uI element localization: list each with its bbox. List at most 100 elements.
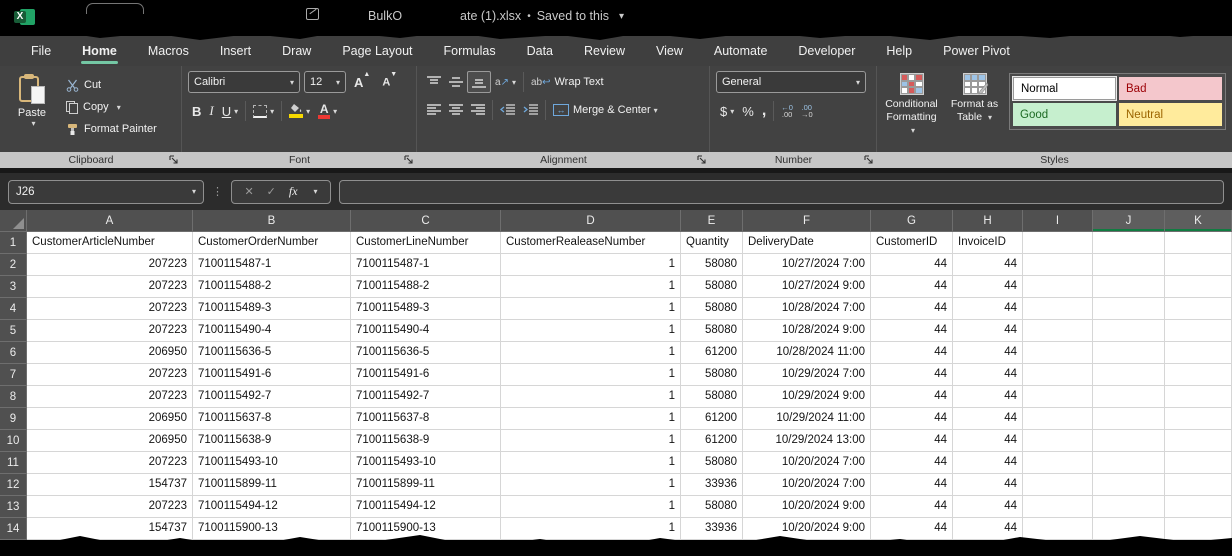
- ribbon-tab-insert[interactable]: Insert: [209, 40, 262, 62]
- row-header-5[interactable]: 5: [0, 320, 27, 342]
- column-header-C[interactable]: C: [351, 210, 501, 232]
- ribbon-tab-view[interactable]: View: [645, 40, 694, 62]
- cell-F5[interactable]: 10/28/2024 9:00: [743, 320, 871, 342]
- cell-J3[interactable]: [1093, 276, 1165, 298]
- cell-C11[interactable]: 7100115493-10: [351, 452, 501, 474]
- cell-A2[interactable]: 207223: [27, 254, 193, 276]
- ribbon-tab-macros[interactable]: Macros: [137, 40, 200, 62]
- row-header-11[interactable]: 11: [0, 452, 27, 474]
- cell-K10[interactable]: [1165, 430, 1232, 452]
- row-header-13[interactable]: 13: [0, 496, 27, 518]
- cell-H14[interactable]: 44: [953, 518, 1023, 540]
- cut-button[interactable]: Cut: [66, 75, 157, 95]
- cell-K1[interactable]: [1165, 232, 1232, 254]
- cell-H11[interactable]: 44: [953, 452, 1023, 474]
- cell-E7[interactable]: 58080: [681, 364, 743, 386]
- cell-G1[interactable]: CustomerID: [871, 232, 953, 254]
- cell-B3[interactable]: 7100115488-2: [193, 276, 351, 298]
- ribbon-tab-page-layout[interactable]: Page Layout: [331, 40, 423, 62]
- cell-K9[interactable]: [1165, 408, 1232, 430]
- style-good[interactable]: Good: [1013, 103, 1116, 126]
- cell-E13[interactable]: 58080: [681, 496, 743, 518]
- italic-button[interactable]: I: [205, 100, 217, 122]
- cell-J4[interactable]: [1093, 298, 1165, 320]
- enter-button[interactable]: ✓: [267, 185, 276, 198]
- cell-C13[interactable]: 7100115494-12: [351, 496, 501, 518]
- cell-H13[interactable]: 44: [953, 496, 1023, 518]
- cell-B11[interactable]: 7100115493-10: [193, 452, 351, 474]
- row-header-8[interactable]: 8: [0, 386, 27, 408]
- align-top-button[interactable]: [423, 71, 445, 93]
- cell-D11[interactable]: 1: [501, 452, 681, 474]
- cell-J2[interactable]: [1093, 254, 1165, 276]
- cell-D10[interactable]: 1: [501, 430, 681, 452]
- cell-B14[interactable]: 7100115900-13: [193, 518, 351, 540]
- cell-D14[interactable]: 1: [501, 518, 681, 540]
- cell-B12[interactable]: 7100115899-11: [193, 474, 351, 496]
- cell-K14[interactable]: [1165, 518, 1232, 540]
- conditional-formatting-button[interactable]: Conditional Formatting ▾: [883, 71, 940, 137]
- cell-J9[interactable]: [1093, 408, 1165, 430]
- row-header-4[interactable]: 4: [0, 298, 27, 320]
- cell-D5[interactable]: 1: [501, 320, 681, 342]
- alignment-dialog-launcher[interactable]: [697, 155, 706, 164]
- cell-J13[interactable]: [1093, 496, 1165, 518]
- cell-E10[interactable]: 61200: [681, 430, 743, 452]
- cell-A4[interactable]: 207223: [27, 298, 193, 320]
- cell-C10[interactable]: 7100115638-9: [351, 430, 501, 452]
- cell-C1[interactable]: CustomerLineNumber: [351, 232, 501, 254]
- cell-I6[interactable]: [1023, 342, 1093, 364]
- cell-F11[interactable]: 10/20/2024 7:00: [743, 452, 871, 474]
- cell-I8[interactable]: [1023, 386, 1093, 408]
- cell-K5[interactable]: [1165, 320, 1232, 342]
- ribbon-tab-formulas[interactable]: Formulas: [433, 40, 507, 62]
- cell-C7[interactable]: 7100115491-6: [351, 364, 501, 386]
- cell-J6[interactable]: [1093, 342, 1165, 364]
- row-header-6[interactable]: 6: [0, 342, 27, 364]
- row-header-1[interactable]: 1: [0, 232, 27, 254]
- cell-G10[interactable]: 44: [871, 430, 953, 452]
- cell-E1[interactable]: Quantity: [681, 232, 743, 254]
- cell-E3[interactable]: 58080: [681, 276, 743, 298]
- cell-F2[interactable]: 10/27/2024 7:00: [743, 254, 871, 276]
- underline-button[interactable]: U▾: [218, 100, 242, 122]
- row-header-9[interactable]: 9: [0, 408, 27, 430]
- column-header-J[interactable]: J: [1093, 210, 1165, 232]
- row-header-7[interactable]: 7: [0, 364, 27, 386]
- cell-B7[interactable]: 7100115491-6: [193, 364, 351, 386]
- borders-button[interactable]: ▾: [249, 100, 278, 122]
- cell-I14[interactable]: [1023, 518, 1093, 540]
- cell-C12[interactable]: 7100115899-11: [351, 474, 501, 496]
- row-header-2[interactable]: 2: [0, 254, 27, 276]
- cell-B6[interactable]: 7100115636-5: [193, 342, 351, 364]
- ribbon-tab-draw[interactable]: Draw: [271, 40, 322, 62]
- cell-H12[interactable]: 44: [953, 474, 1023, 496]
- cell-C8[interactable]: 7100115492-7: [351, 386, 501, 408]
- cell-D1[interactable]: CustomerRealeaseNumber: [501, 232, 681, 254]
- cell-K6[interactable]: [1165, 342, 1232, 364]
- cell-D4[interactable]: 1: [501, 298, 681, 320]
- cell-G2[interactable]: 44: [871, 254, 953, 276]
- cell-J12[interactable]: [1093, 474, 1165, 496]
- cell-I1[interactable]: [1023, 232, 1093, 254]
- cell-A13[interactable]: 207223: [27, 496, 193, 518]
- cell-F10[interactable]: 10/29/2024 13:00: [743, 430, 871, 452]
- cell-C2[interactable]: 7100115487-1: [351, 254, 501, 276]
- drag-handle-dots[interactable]: ⋮: [212, 185, 223, 198]
- cell-B9[interactable]: 7100115637-8: [193, 408, 351, 430]
- cell-I2[interactable]: [1023, 254, 1093, 276]
- ribbon-tab-help[interactable]: Help: [875, 40, 923, 62]
- cell-K11[interactable]: [1165, 452, 1232, 474]
- cell-G8[interactable]: 44: [871, 386, 953, 408]
- row-header-12[interactable]: 12: [0, 474, 27, 496]
- cell-C9[interactable]: 7100115637-8: [351, 408, 501, 430]
- align-right-button[interactable]: [467, 99, 489, 121]
- name-box[interactable]: J26 ▾: [8, 180, 204, 204]
- cell-D2[interactable]: 1: [501, 254, 681, 276]
- cell-C6[interactable]: 7100115636-5: [351, 342, 501, 364]
- cell-C4[interactable]: 7100115489-3: [351, 298, 501, 320]
- column-header-F[interactable]: F: [743, 210, 871, 232]
- excel-logo-icon[interactable]: X: [14, 7, 35, 27]
- paste-button[interactable]: Paste ▾: [6, 71, 58, 139]
- cell-G5[interactable]: 44: [871, 320, 953, 342]
